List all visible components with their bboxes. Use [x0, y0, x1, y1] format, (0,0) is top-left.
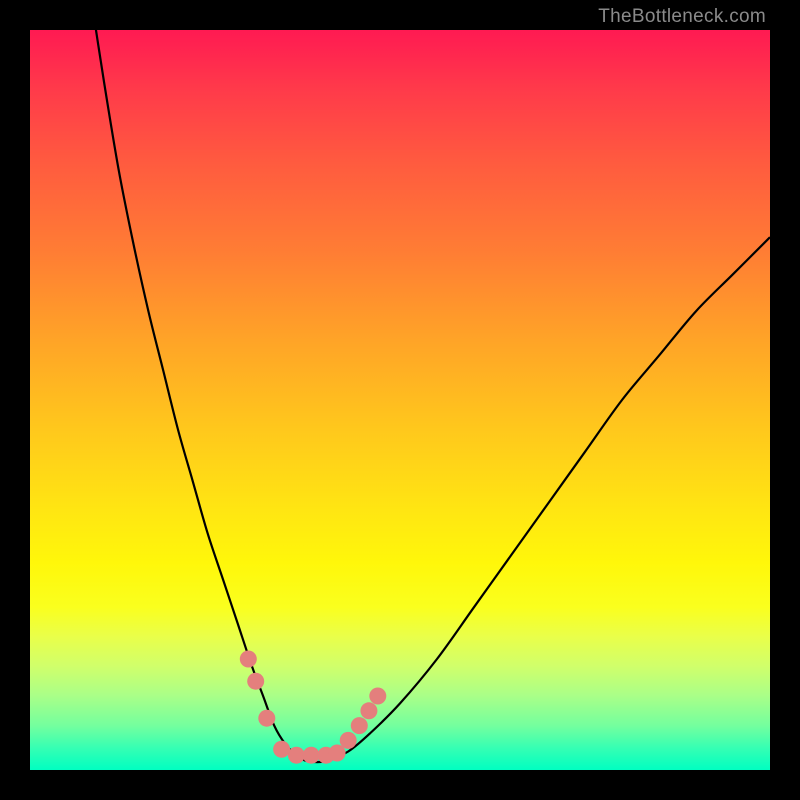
curve-marker — [303, 747, 320, 764]
curve-marker — [240, 651, 257, 668]
curve-marker — [258, 710, 275, 727]
bottleneck-curve — [89, 30, 770, 762]
curve-marker — [369, 688, 386, 705]
watermark-text: TheBottleneck.com — [598, 6, 766, 28]
marker-group — [240, 651, 386, 764]
curve-marker — [351, 717, 368, 734]
curve-marker — [360, 702, 377, 719]
curve-marker — [340, 732, 357, 749]
curve-marker — [247, 673, 264, 690]
curve-layer — [30, 30, 770, 770]
curve-marker — [273, 741, 290, 758]
curve-marker — [288, 747, 305, 764]
chart-frame: TheBottleneck.com — [0, 0, 800, 800]
plot-area — [30, 30, 770, 770]
